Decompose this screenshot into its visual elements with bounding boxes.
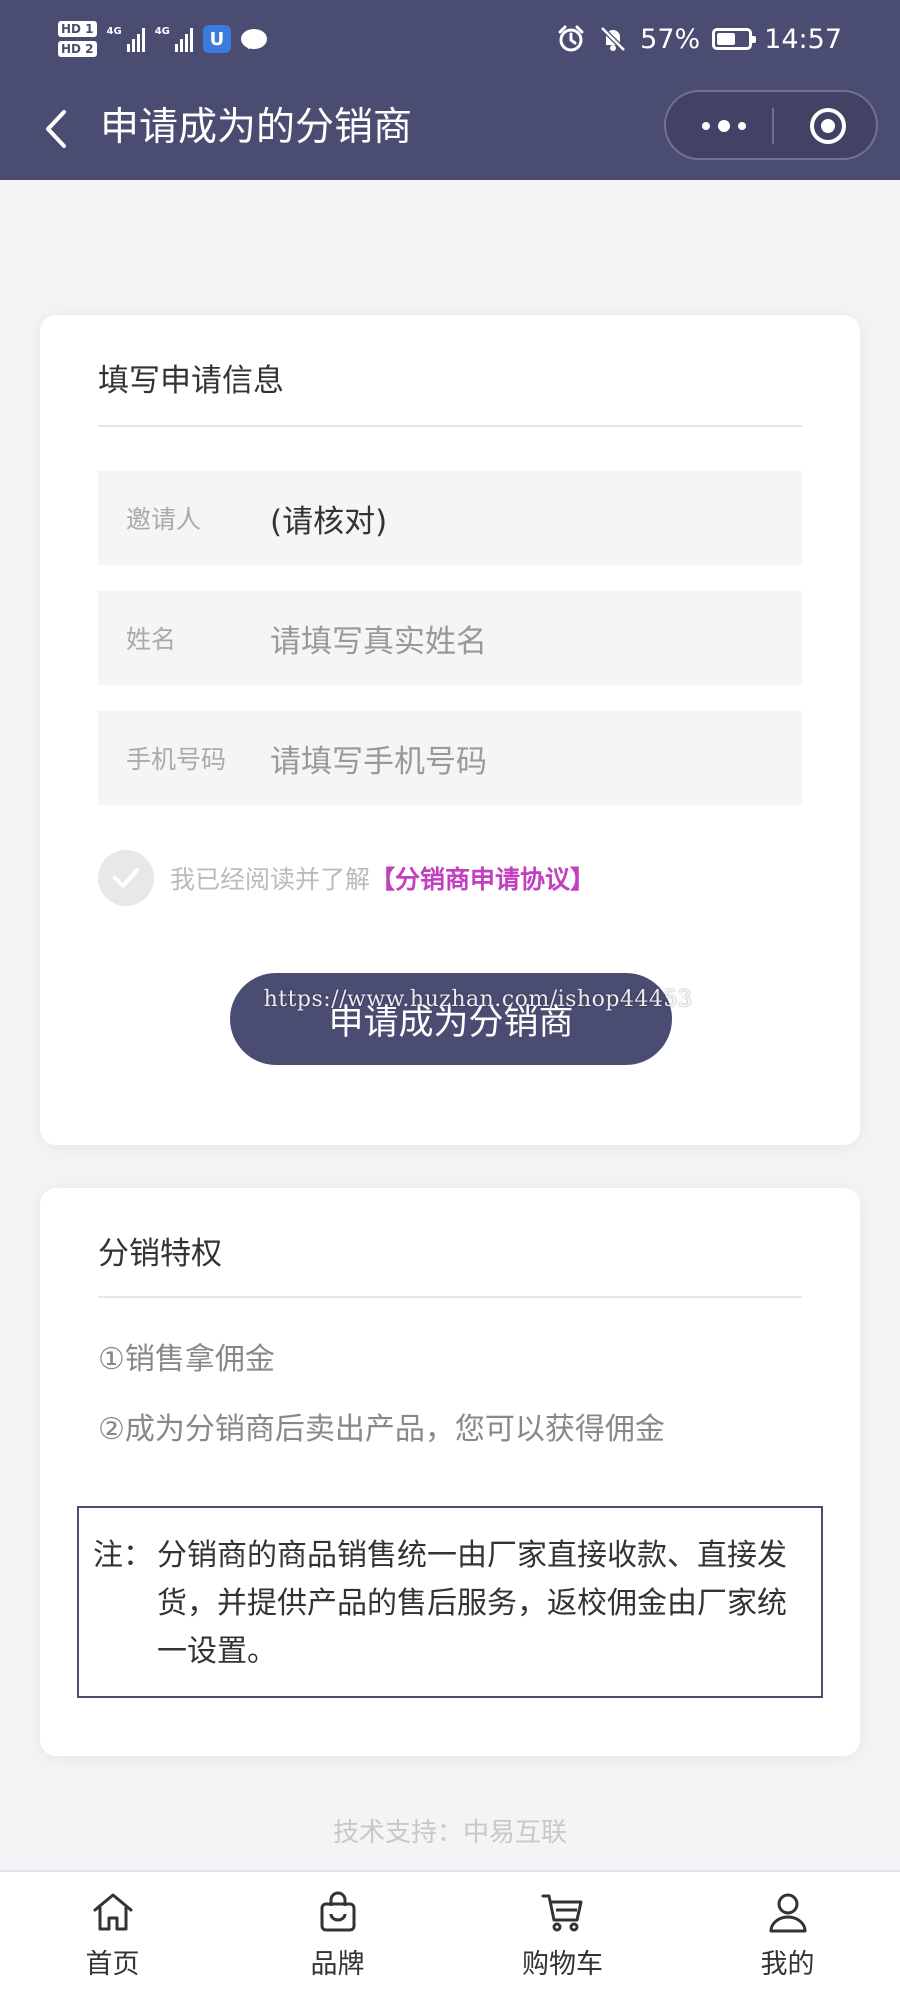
privileges-card: 分销特权 ①销售拿佣金 ②成为分销商后卖出产品，您可以获得佣金 注： 分销商的商… bbox=[40, 1188, 860, 1756]
note-label: 注： bbox=[93, 1538, 153, 1573]
agreement-text: 我已经阅读并了解 bbox=[170, 865, 371, 894]
phone-label: 手机号码 bbox=[126, 745, 227, 774]
status-right: 57% 14:57 bbox=[556, 18, 842, 60]
message-icon bbox=[240, 29, 267, 49]
alarm-icon bbox=[558, 25, 584, 52]
name-input[interactable]: 请填写真实姓名 bbox=[270, 616, 487, 661]
close-mini-program-icon[interactable] bbox=[808, 106, 848, 146]
tab-cart[interactable]: 购物车 bbox=[450, 1872, 675, 2002]
net1-label: 4G bbox=[106, 26, 122, 37]
name-field[interactable]: 姓名 请填写真实姓名 bbox=[98, 591, 802, 685]
form-card-divider bbox=[98, 425, 802, 427]
sim1-label: HD 1 bbox=[58, 21, 97, 37]
cart-icon bbox=[541, 1894, 582, 1932]
privilege-item: ②成为分销商后卖出产品，您可以获得佣金 bbox=[98, 1412, 665, 1447]
agreement-checkbox[interactable] bbox=[98, 850, 154, 906]
capsule-divider bbox=[772, 108, 774, 144]
inviter-field: 邀请人 (请核对) bbox=[98, 471, 802, 565]
tech-support-text: 技术支持：中易互联 bbox=[332, 1818, 567, 1848]
privileges-title: 分销特权 bbox=[98, 1236, 222, 1272]
mini-program-capsule bbox=[664, 90, 878, 160]
clock: 14:57 bbox=[764, 23, 842, 55]
inviter-label: 邀请人 bbox=[126, 505, 202, 534]
user-icon bbox=[769, 1893, 806, 1933]
battery-icon bbox=[712, 28, 757, 50]
privilege-item: ①销售拿佣金 bbox=[98, 1342, 275, 1377]
application-form-card: 填写申请信息 邀请人 (请核对) 姓名 请填写真实姓名 手机号码 请填写手机号码… bbox=[40, 315, 860, 1145]
mute-bell-icon bbox=[600, 26, 626, 52]
checkmark-icon bbox=[113, 868, 139, 888]
bottom-tab-bar: 首页 品牌 购物车 我的 bbox=[0, 1870, 900, 2002]
agreement-link[interactable]: 【分销商申请协议】 bbox=[370, 860, 595, 896]
note-text: 分销商的商品销售统一由厂家直接收款、直接发货，并提供产品的售后服务，返校佣金由厂… bbox=[157, 1538, 787, 1669]
status-left: HD 1 HD 2 4G 4G U bbox=[58, 14, 267, 64]
tab-mine[interactable]: 我的 bbox=[675, 1872, 900, 2002]
privileges-divider bbox=[98, 1296, 802, 1298]
tab-home[interactable]: 首页 bbox=[0, 1872, 225, 2002]
signal-icon: 4G bbox=[107, 26, 145, 52]
app-notification-icon: U bbox=[202, 25, 231, 53]
tab-mine-label: 我的 bbox=[760, 1949, 815, 1980]
tab-home-label: 首页 bbox=[85, 1949, 140, 1980]
bag-icon bbox=[320, 1891, 355, 1932]
tab-brand[interactable]: 品牌 bbox=[225, 1872, 450, 2002]
signal-icon-2: 4G bbox=[155, 26, 193, 52]
tab-cart-label: 购物车 bbox=[522, 1949, 603, 1980]
more-options-icon[interactable] bbox=[696, 110, 752, 142]
status-bar: HD 1 HD 2 4G 4G U 57% 14:57 bbox=[0, 0, 900, 78]
net2-label: 4G bbox=[154, 26, 170, 37]
page-title: 申请成为的分销商 bbox=[100, 105, 413, 150]
phone-field[interactable]: 手机号码 请填写手机号码 bbox=[98, 711, 802, 805]
sim2-label: HD 2 bbox=[58, 41, 97, 57]
inviter-value: (请核对) bbox=[270, 503, 388, 540]
tab-brand-label: 品牌 bbox=[310, 1949, 365, 1980]
note-box: 注： 分销商的商品销售统一由厂家直接收款、直接发货，并提供产品的售后服务，返校佣… bbox=[77, 1506, 823, 1698]
apply-distributor-button[interactable]: 申请成为分销商 bbox=[230, 973, 672, 1065]
nav-bar: 申请成为的分销商 bbox=[0, 88, 900, 168]
sim-indicators: HD 1 HD 2 bbox=[58, 21, 97, 57]
back-arrow-icon[interactable] bbox=[34, 104, 84, 154]
agreement-row: 我已经阅读并了解 【分销商申请协议】 bbox=[98, 850, 595, 906]
app-header: HD 1 HD 2 4G 4G U 57% 14:57 申请成为的分销商 bbox=[0, 0, 900, 180]
battery-percent: 57% bbox=[640, 23, 701, 55]
home-icon bbox=[93, 1893, 132, 1931]
name-label: 姓名 bbox=[126, 625, 177, 654]
phone-input[interactable]: 请填写手机号码 bbox=[270, 736, 487, 781]
form-card-title: 填写申请信息 bbox=[98, 363, 284, 399]
